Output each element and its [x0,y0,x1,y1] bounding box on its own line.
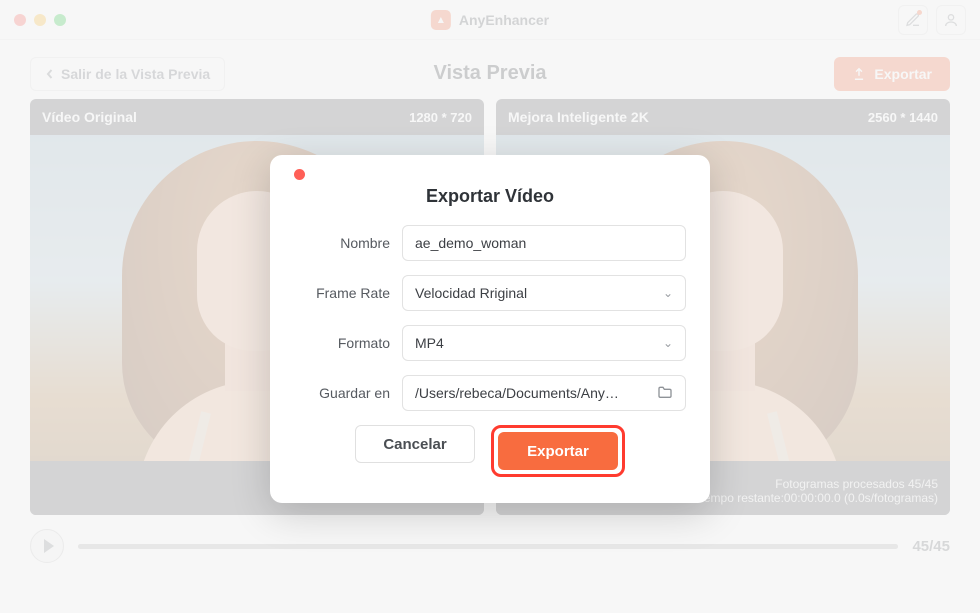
play-button[interactable] [30,529,64,563]
format-select[interactable]: MP4 ⌄ [402,325,686,361]
format-label: Formato [294,335,390,351]
modal-close-dot[interactable] [294,169,305,180]
back-button-label: Salir de la Vista Previa [61,66,210,82]
export-icon [852,67,866,81]
cancel-button-label: Cancelar [383,436,446,453]
export-button-highlight: Exportar [491,425,625,477]
chevron-down-icon: ⌄ [663,336,673,350]
export-button-top[interactable]: Exportar [834,57,950,91]
chevron-down-icon: ⌄ [663,286,673,300]
titlebar: AnyEnhancer [0,0,980,40]
cancel-button[interactable]: Cancelar [355,425,475,463]
app-name: AnyEnhancer [459,12,549,28]
export-button-top-label: Exportar [874,66,932,82]
maximize-window-dot[interactable] [54,14,66,26]
edit-icon[interactable] [898,5,928,35]
app-title: AnyEnhancer [431,10,549,30]
enhanced-panel-resolution: 2560 * 1440 [868,110,938,125]
page-title: Vista Previa [433,62,546,85]
format-value: MP4 [415,335,444,351]
original-panel-title: Vídeo Original [42,109,137,125]
chevron-left-icon [45,69,55,79]
page-header: Salir de la Vista Previa Vista Previa Ex… [0,40,980,99]
frame-counter: 45/45 [912,538,950,555]
back-button[interactable]: Salir de la Vista Previa [30,57,225,91]
name-input-wrapper[interactable] [402,225,686,261]
modal-title: Exportar Vídeo [294,186,686,207]
folder-icon[interactable] [657,385,673,402]
window-traffic-lights [14,14,66,26]
name-input[interactable] [415,235,673,251]
progress-bar[interactable] [78,544,898,549]
name-label: Nombre [294,235,390,251]
app-logo-icon [431,10,451,30]
export-button[interactable]: Exportar [498,432,618,470]
close-window-dot[interactable] [14,14,26,26]
framerate-select[interactable]: Velocidad Rriginal ⌄ [402,275,686,311]
original-panel-resolution: 1280 * 720 [409,110,472,125]
playback-bar: 45/45 [0,515,980,563]
enhanced-panel-title: Mejora Inteligente 2K [508,109,649,125]
save-to-path: /Users/rebeca/Documents/AnyEnh… [415,385,625,401]
minimize-window-dot[interactable] [34,14,46,26]
export-button-label: Exportar [527,443,589,460]
progress-fill [78,544,898,549]
save-to-label: Guardar en [294,385,390,401]
save-to-field[interactable]: /Users/rebeca/Documents/AnyEnh… [402,375,686,411]
play-icon [44,539,54,553]
user-icon[interactable] [936,5,966,35]
framerate-label: Frame Rate [294,285,390,301]
titlebar-actions [898,5,966,35]
framerate-value: Velocidad Rriginal [415,285,527,301]
export-modal: Exportar Vídeo Nombre Frame Rate Velocid… [270,155,710,503]
